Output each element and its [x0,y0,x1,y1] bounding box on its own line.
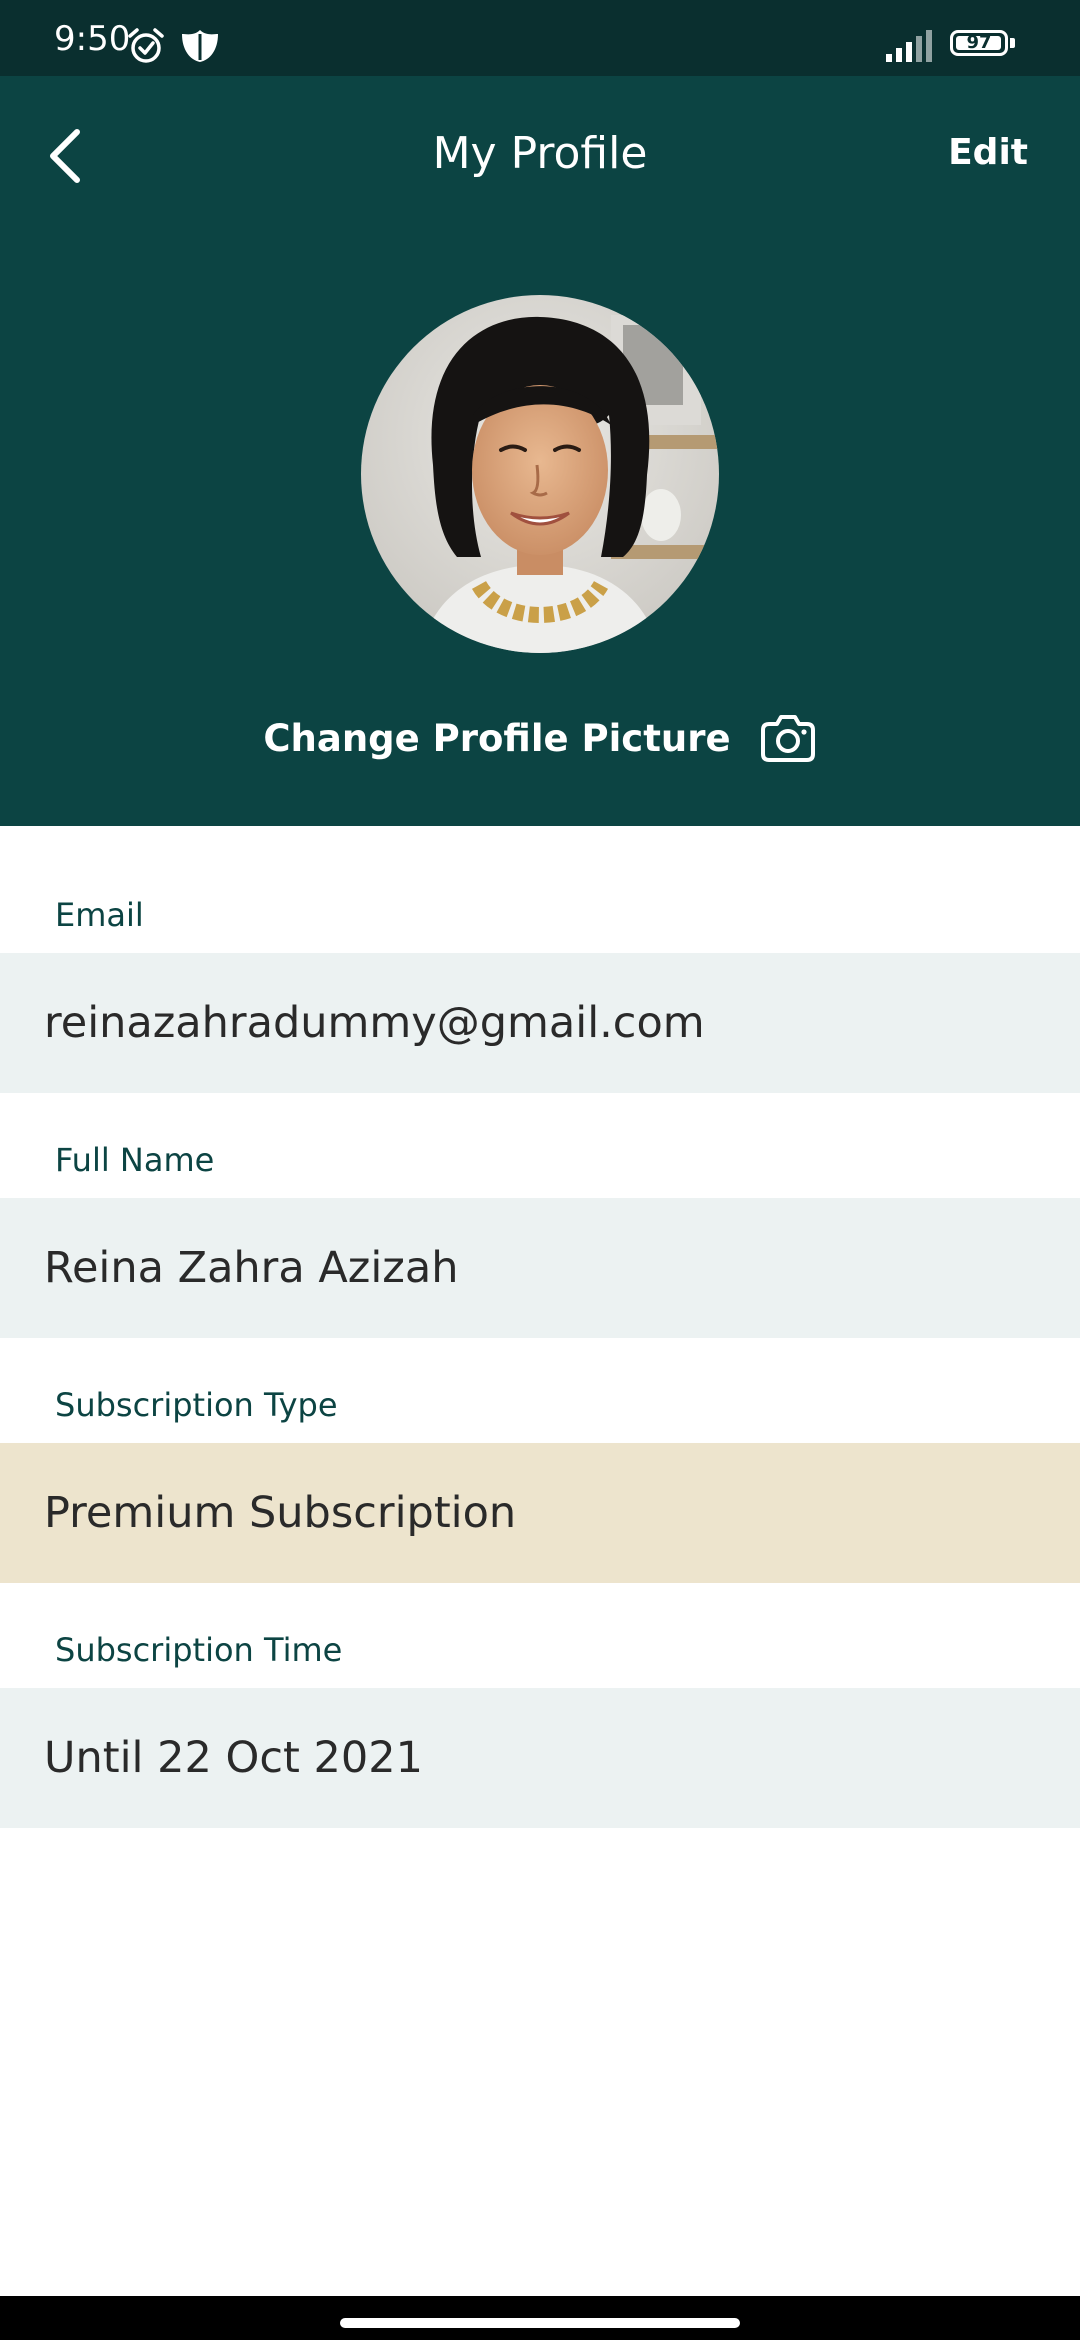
email-label: Email [55,896,144,934]
subscription-type-field: Premium Subscription [0,1443,1080,1583]
change-profile-picture-label: Change Profile Picture [263,716,731,760]
battery-icon: 97 [950,30,1008,56]
battery-tip [1010,38,1015,48]
signal-icon [886,28,936,67]
full-name-field: Reina Zahra Azizah [0,1198,1080,1338]
change-profile-picture-button[interactable]: Change Profile Picture [0,698,1080,778]
full-name-label: Full Name [55,1141,215,1179]
page-title: My Profile [432,128,648,179]
shield-icon [180,28,220,69]
subscription-type-label: Subscription Type [55,1386,338,1424]
alarm-icon [126,26,166,71]
edit-button[interactable]: Edit [948,128,1028,178]
home-indicator[interactable] [340,2318,740,2328]
subscription-time-field: Until 22 Oct 2021 [0,1688,1080,1828]
profile-photo [361,295,719,653]
camera-icon [760,715,815,762]
battery-level: 97 [966,32,992,53]
profile-header: My Profile Edit Change Profile Picture [0,76,1080,826]
status-bar: 9:50 97 [0,0,1080,76]
subscription-time-label: Subscription Time [55,1631,343,1669]
status-time: 9:50 [54,19,131,59]
email-field: reinazahradummy@gmail.com [0,953,1080,1093]
avatar[interactable] [361,295,719,653]
